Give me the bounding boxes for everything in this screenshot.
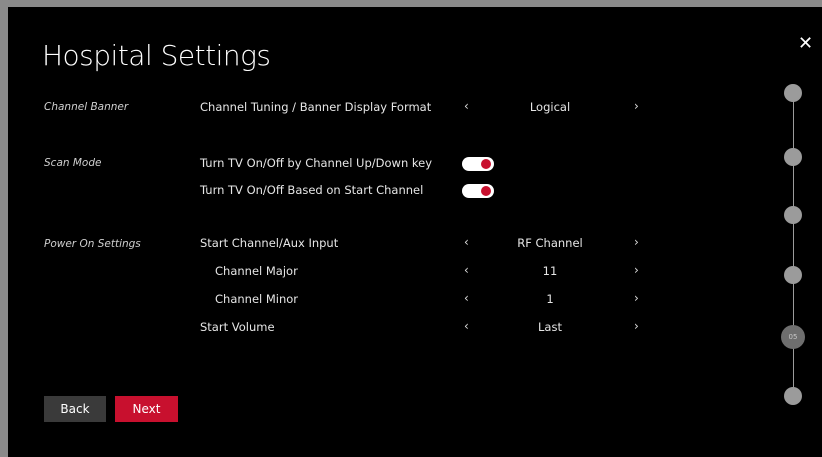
step-5-current: 05 — [781, 325, 805, 349]
stepper-track — [793, 93, 794, 398]
start-volume-prev-arrow[interactable]: ‹ — [464, 319, 469, 333]
start-channel-next-arrow[interactable]: › — [634, 235, 639, 249]
close-icon[interactable]: ✕ — [798, 33, 813, 54]
start-volume-label: Start Volume — [200, 320, 275, 334]
toggle-knob — [481, 186, 491, 196]
section-label-channel-banner: Channel Banner — [44, 101, 129, 113]
banner-format-next-arrow[interactable]: › — [634, 99, 639, 113]
channel-minor-prev-arrow[interactable]: ‹ — [464, 291, 469, 305]
step-6 — [784, 387, 802, 405]
toggle-knob — [481, 159, 491, 169]
tv-onoff-start-label: Turn TV On/Off Based on Start Channel — [200, 183, 424, 197]
step-2 — [784, 148, 802, 166]
settings-screen: Hospital Settings ✕ Channel Banner Chann… — [8, 7, 822, 457]
start-volume-value: Last — [538, 320, 562, 334]
channel-major-value: 11 — [542, 264, 558, 278]
channel-major-prev-arrow[interactable]: ‹ — [464, 263, 469, 277]
step-4 — [784, 266, 802, 284]
channel-minor-label: Channel Minor — [215, 292, 299, 306]
next-button[interactable]: Next — [115, 396, 178, 422]
section-label-scan-mode: Scan Mode — [44, 157, 102, 169]
start-volume-next-arrow[interactable]: › — [634, 319, 639, 333]
step-3 — [784, 206, 802, 224]
page-title: Hospital Settings — [42, 39, 271, 72]
banner-format-value: Logical — [529, 100, 571, 114]
start-channel-prev-arrow[interactable]: ‹ — [464, 235, 469, 249]
step-1 — [784, 84, 802, 102]
banner-format-prev-arrow[interactable]: ‹ — [464, 99, 469, 113]
channel-minor-value: 1 — [546, 292, 554, 306]
channel-minor-next-arrow[interactable]: › — [634, 291, 639, 305]
tv-onoff-updown-label: Turn TV On/Off by Channel Up/Down key — [200, 156, 433, 170]
channel-major-next-arrow[interactable]: › — [634, 263, 639, 277]
banner-format-label: Channel Tuning / Banner Display Format — [200, 100, 432, 114]
tv-onoff-updown-toggle[interactable] — [462, 157, 494, 171]
start-channel-label: Start Channel/Aux Input — [200, 236, 339, 250]
channel-major-label: Channel Major — [215, 264, 298, 278]
start-channel-value: RF Channel — [517, 236, 583, 250]
section-label-power-on: Power On Settings — [44, 238, 141, 250]
back-button[interactable]: Back — [44, 396, 106, 422]
tv-onoff-start-toggle[interactable] — [462, 184, 494, 198]
